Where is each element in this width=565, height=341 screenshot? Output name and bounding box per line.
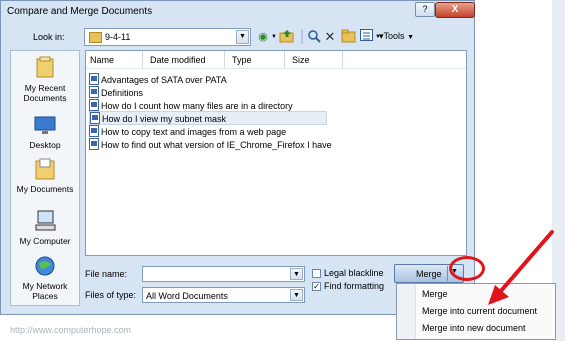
red-arrow-annotation [488,230,554,305]
watermark: http://www.computerhope.com [10,325,132,335]
